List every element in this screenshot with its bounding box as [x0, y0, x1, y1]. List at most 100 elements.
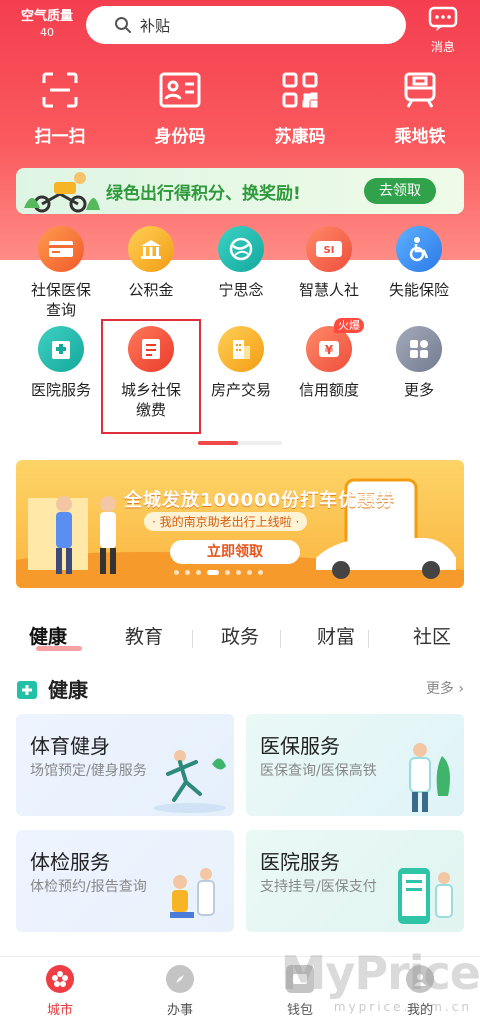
carousel-dot [174, 570, 179, 575]
carousel-dot [236, 570, 241, 575]
card-hospital-service[interactable]: 医院服务 支持挂号/医保支付 [246, 830, 464, 932]
service-housing-fund[interactable]: 公积金 [106, 226, 196, 300]
service-property-trading[interactable]: 房产交易 [196, 326, 286, 400]
watermark-brand: MyPrice [280, 946, 480, 1000]
service-label: 更多 [403, 381, 434, 399]
quick-scan[interactable]: 扫一扫 [0, 70, 120, 147]
air-quality-label: 空气质量 [20, 9, 73, 24]
section-header: 健康 [16, 674, 88, 703]
taxi-promo-banner[interactable]: 全城发放100000份打车优惠券 · 我的南京助老出行上线啦 · 立即领取 [16, 460, 464, 588]
health-plus-icon [17, 680, 37, 699]
card-icon [38, 226, 84, 272]
id-card-icon [159, 72, 201, 108]
hospital-icon [38, 326, 84, 372]
doctor-illustration [409, 743, 450, 812]
carousel-dot-active [207, 570, 219, 575]
tab-health[interactable]: 健康 [0, 622, 96, 656]
card-sports-fitness[interactable]: 体育健身 场馆预定/健身服务 [16, 714, 234, 816]
quick-label: 苏康码 [274, 127, 326, 147]
air-quality-value: 40 [40, 26, 54, 39]
quick-health-code[interactable]: 苏康码 [240, 70, 360, 147]
carousel-dot [258, 570, 263, 575]
claim-button[interactable]: 去领取 [364, 178, 436, 204]
promo-subtitle: · 我的南京助老出行上线啦 · [144, 512, 308, 531]
highlight-box [101, 319, 201, 434]
tab-education[interactable]: 教育 [96, 622, 192, 656]
tab-divider [280, 630, 281, 648]
card-medical-insurance[interactable]: 医保服务 医保查询/医保高铁 [246, 714, 464, 816]
message-button[interactable]: 消息 [422, 6, 464, 55]
service-label: 社保医保 查询 [30, 281, 91, 319]
service-more[interactable]: 更多 [374, 326, 464, 400]
nav-label: 城市 [46, 1003, 73, 1018]
carousel-dot [247, 570, 252, 575]
chevron-right-icon: › [458, 681, 464, 697]
wheelchair-icon [396, 226, 442, 272]
svg-text:SI: SI [324, 245, 335, 256]
card-title: 医院服务 [260, 850, 340, 874]
grid-icon [396, 326, 442, 372]
tab-government[interactable]: 政务 [192, 622, 288, 656]
message-icon [428, 6, 458, 31]
city-flower-icon [46, 965, 74, 993]
quick-label: 扫一扫 [34, 127, 86, 147]
service-hospital[interactable]: 医院服务 [16, 326, 106, 400]
air-quality[interactable]: 空气质量 40 [14, 8, 80, 40]
service-label: 失能保险 [388, 281, 449, 299]
bank-icon [128, 226, 174, 272]
service-social-insurance-query[interactable]: 社保医保 查询 [16, 226, 106, 320]
service-label: 公积金 [128, 281, 174, 299]
exam-illustration [170, 868, 215, 918]
compass-icon [166, 965, 194, 993]
tab-divider [192, 630, 193, 648]
card-subtitle: 医保查询/医保高铁 [260, 763, 377, 779]
building-icon [218, 326, 264, 372]
promo-title: 全城发放100000份打车优惠券 [124, 490, 396, 511]
tab-wealth[interactable]: 财富 [288, 622, 384, 656]
service-smart-hr[interactable]: SI 智慧人社 [284, 226, 374, 300]
search-placeholder: 补贴 [140, 16, 171, 35]
carousel-dot [185, 570, 190, 575]
green-travel-banner[interactable]: 绿色出行得积分、换奖励! 去领取 [16, 168, 464, 214]
service-label: 信用额度 [298, 381, 359, 399]
qr-code-icon [282, 72, 318, 108]
section-title: 健康 [48, 678, 88, 702]
more-link[interactable]: 更多 › [426, 678, 464, 698]
card-physical-exam[interactable]: 体检服务 体检预约/报告查询 [16, 830, 234, 932]
nav-services[interactable]: 办事 [120, 957, 240, 1020]
carousel-dot [196, 570, 201, 575]
tab-community[interactable]: 社区 [384, 622, 480, 656]
svg-text:¥: ¥ [325, 343, 334, 357]
message-label: 消息 [430, 40, 455, 54]
search-input[interactable]: 补贴 [86, 6, 406, 44]
nav-city[interactable]: 城市 [0, 957, 120, 1020]
service-credit-limit[interactable]: ¥ 火爆 信用额度 [284, 318, 374, 400]
green-banner-text: 绿色出行得积分、换奖励! [106, 184, 301, 204]
metro-icon [404, 72, 436, 108]
si-icon: SI [306, 226, 352, 272]
card-title: 医保服务 [260, 734, 340, 758]
service-ningsinian[interactable]: 宁思念 [196, 226, 286, 300]
service-label: 医院服务 [30, 381, 91, 399]
hot-badge: 火爆 [334, 318, 364, 333]
scooter-illustration [24, 172, 100, 213]
quick-label: 身份码 [154, 127, 206, 147]
quick-label: 乘地铁 [394, 127, 446, 147]
phone-illustration [398, 868, 453, 924]
claim-now-button[interactable]: 立即领取 [170, 540, 300, 564]
search-icon [115, 17, 131, 33]
quick-metro[interactable]: 乘地铁 [360, 70, 480, 147]
card-subtitle: 体检预约/报告查询 [30, 879, 147, 895]
carousel-dot [225, 570, 230, 575]
quick-id-code[interactable]: 身份码 [120, 70, 240, 147]
nav-label: 办事 [166, 1003, 193, 1018]
service-label: 房产交易 [210, 381, 271, 399]
service-label: 宁思念 [218, 281, 264, 299]
card-title: 体育健身 [30, 734, 110, 758]
card-title: 体检服务 [30, 850, 110, 874]
more-label: 更多 [425, 681, 454, 697]
grid-pager [198, 441, 282, 445]
service-disability-insurance[interactable]: 失能保险 [374, 226, 464, 300]
globe-icon [218, 226, 264, 272]
yen-icon: ¥ 火爆 [306, 318, 364, 372]
